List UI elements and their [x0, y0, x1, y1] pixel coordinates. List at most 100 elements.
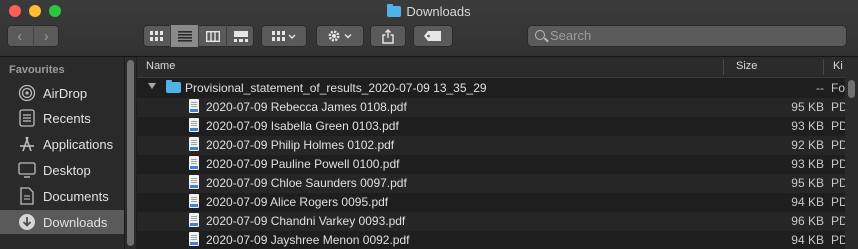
sidebar-item-downloads[interactable]: Downloads: [0, 210, 124, 234]
sidebar-item-label: Recents: [43, 110, 91, 126]
pdf-file-icon: [189, 194, 199, 208]
back-forward-control: ‹ ›: [7, 25, 59, 47]
file-kind: PD: [831, 233, 845, 247]
folder-icon: [387, 4, 402, 17]
file-kind: PD: [831, 176, 845, 190]
list-view-button[interactable]: [170, 25, 198, 47]
share-button[interactable]: [370, 25, 406, 47]
sidebar-item-label: Downloads: [43, 214, 108, 230]
folder-size: --: [816, 81, 824, 95]
file-name: 2020-07-09 Jayshree Menon 0092.pdf: [206, 233, 410, 247]
file-name: 2020-07-09 Rebecca James 0108.pdf: [206, 100, 407, 114]
file-size: 92 KB: [791, 138, 824, 152]
file-size: 93 KB: [791, 119, 824, 133]
search-field[interactable]: Search: [527, 25, 847, 47]
column-header-bar: Name Size Ki: [137, 57, 858, 78]
file-row[interactable]: 2020-07-09 Isabella Green 0103.pdf 93 KB…: [137, 117, 845, 136]
finder-window: Downloads ‹ › Search Favourites AirDrop …: [0, 0, 858, 249]
file-name: 2020-07-09 Philip Holmes 0102.pdf: [206, 138, 395, 152]
file-name: 2020-07-09 Chandni Varkey 0093.pdf: [206, 214, 406, 228]
sidebar: Favourites AirDrop Recents Applications …: [0, 57, 125, 249]
sidebar-scrollbar[interactable]: [125, 57, 136, 249]
documents-icon: [17, 186, 37, 206]
sidebar-item-label: AirDrop: [43, 85, 88, 101]
forward-button[interactable]: ›: [32, 25, 60, 47]
recents-icon: [17, 108, 37, 128]
applications-icon: [17, 134, 37, 154]
pdf-file-icon: [189, 99, 199, 113]
column-view-button[interactable]: [198, 25, 226, 47]
file-name: 2020-07-09 Isabella Green 0103.pdf: [206, 119, 399, 133]
sidebar-item-airdrop[interactable]: AirDrop: [0, 81, 124, 105]
pdf-file-icon: [189, 232, 199, 246]
file-list: Name Size Ki Provisional_statement_of_re…: [137, 57, 858, 249]
file-kind: PD: [831, 157, 845, 171]
column-divider[interactable]: [823, 59, 824, 75]
sidebar-item-documents[interactable]: Documents: [0, 184, 124, 208]
folder-name: Provisional_statement_of_results_2020-07…: [185, 81, 487, 95]
window-title-text: Downloads: [406, 4, 471, 19]
sidebar-item-recents[interactable]: Recents: [0, 106, 124, 130]
sidebar-item-label: Desktop: [43, 162, 91, 178]
action-menu-button[interactable]: [316, 25, 364, 47]
sidebar-heading: Favourites: [9, 64, 65, 76]
toolbar: Downloads ‹ › Search: [0, 0, 858, 57]
file-kind: PD: [831, 100, 845, 114]
sidebar-item-label: Applications: [43, 136, 114, 152]
file-kind: PD: [831, 138, 845, 152]
disclosure-triangle-icon[interactable]: [148, 83, 156, 89]
file-row[interactable]: 2020-07-09 Alice Rogers 0095.pdf 94 KB P…: [137, 193, 845, 212]
list-icon: [177, 30, 192, 42]
icon-view-button[interactable]: [143, 25, 170, 47]
file-name: 2020-07-09 Pauline Powell 0100.pdf: [206, 157, 400, 171]
file-size: 94 KB: [791, 195, 824, 209]
airdrop-icon: [17, 83, 37, 103]
tag-icon: [424, 31, 441, 41]
folder-icon: [166, 80, 181, 93]
file-list-scrollbar[interactable]: [845, 77, 858, 249]
group-grid-icon: [272, 30, 296, 41]
share-icon: [382, 28, 394, 44]
columns-icon: [205, 30, 220, 42]
folder-row[interactable]: Provisional_statement_of_results_2020-07…: [137, 79, 845, 98]
file-row[interactable]: 2020-07-09 Chloe Saunders 0097.pdf 95 KB…: [137, 174, 845, 193]
sidebar-item-label: Documents: [43, 188, 109, 204]
file-size: 96 KB: [791, 214, 824, 228]
file-row[interactable]: 2020-07-09 Rebecca James 0108.pdf 95 KB …: [137, 98, 845, 117]
group-by-button[interactable]: [261, 25, 307, 47]
view-mode-control: [143, 25, 254, 47]
window-title: Downloads: [0, 4, 858, 19]
file-kind: PD: [831, 214, 845, 228]
pdf-file-icon: [189, 213, 199, 227]
downloads-icon: [17, 212, 37, 232]
gallery-view-button[interactable]: [226, 25, 254, 47]
tags-button[interactable]: [413, 25, 453, 47]
column-header-name[interactable]: Name: [146, 60, 175, 72]
file-row[interactable]: 2020-07-09 Jayshree Menon 0092.pdf 94 KB…: [137, 231, 845, 249]
file-size: 95 KB: [791, 176, 824, 190]
pdf-file-icon: [189, 137, 199, 151]
file-row[interactable]: 2020-07-09 Philip Holmes 0102.pdf 92 KB …: [137, 136, 845, 155]
folder-kind: Fo: [831, 81, 845, 95]
pdf-file-icon: [189, 156, 199, 170]
file-name: 2020-07-09 Chloe Saunders 0097.pdf: [206, 176, 407, 190]
back-button[interactable]: ‹: [7, 25, 33, 47]
file-list-scroll-thumb[interactable]: [848, 80, 855, 98]
search-placeholder: Search: [550, 28, 592, 43]
file-name: 2020-07-09 Alice Rogers 0095.pdf: [206, 195, 389, 209]
desktop-icon: [17, 160, 37, 180]
column-header-size[interactable]: Size: [736, 60, 757, 72]
gallery-icon: [233, 30, 248, 42]
grid-icon: [150, 30, 163, 41]
file-row[interactable]: 2020-07-09 Chandni Varkey 0093.pdf 96 KB…: [137, 212, 845, 231]
column-header-kind[interactable]: Ki: [833, 60, 843, 72]
sidebar-item-desktop[interactable]: Desktop: [0, 158, 124, 182]
column-divider[interactable]: [723, 59, 724, 75]
pdf-file-icon: [189, 118, 199, 132]
sidebar-scroll-thumb[interactable]: [127, 60, 134, 246]
file-row[interactable]: 2020-07-09 Pauline Powell 0100.pdf 93 KB…: [137, 155, 845, 174]
search-icon: [535, 30, 545, 40]
pdf-file-icon: [189, 175, 199, 189]
file-size: 95 KB: [791, 100, 824, 114]
sidebar-item-applications[interactable]: Applications: [0, 132, 124, 156]
